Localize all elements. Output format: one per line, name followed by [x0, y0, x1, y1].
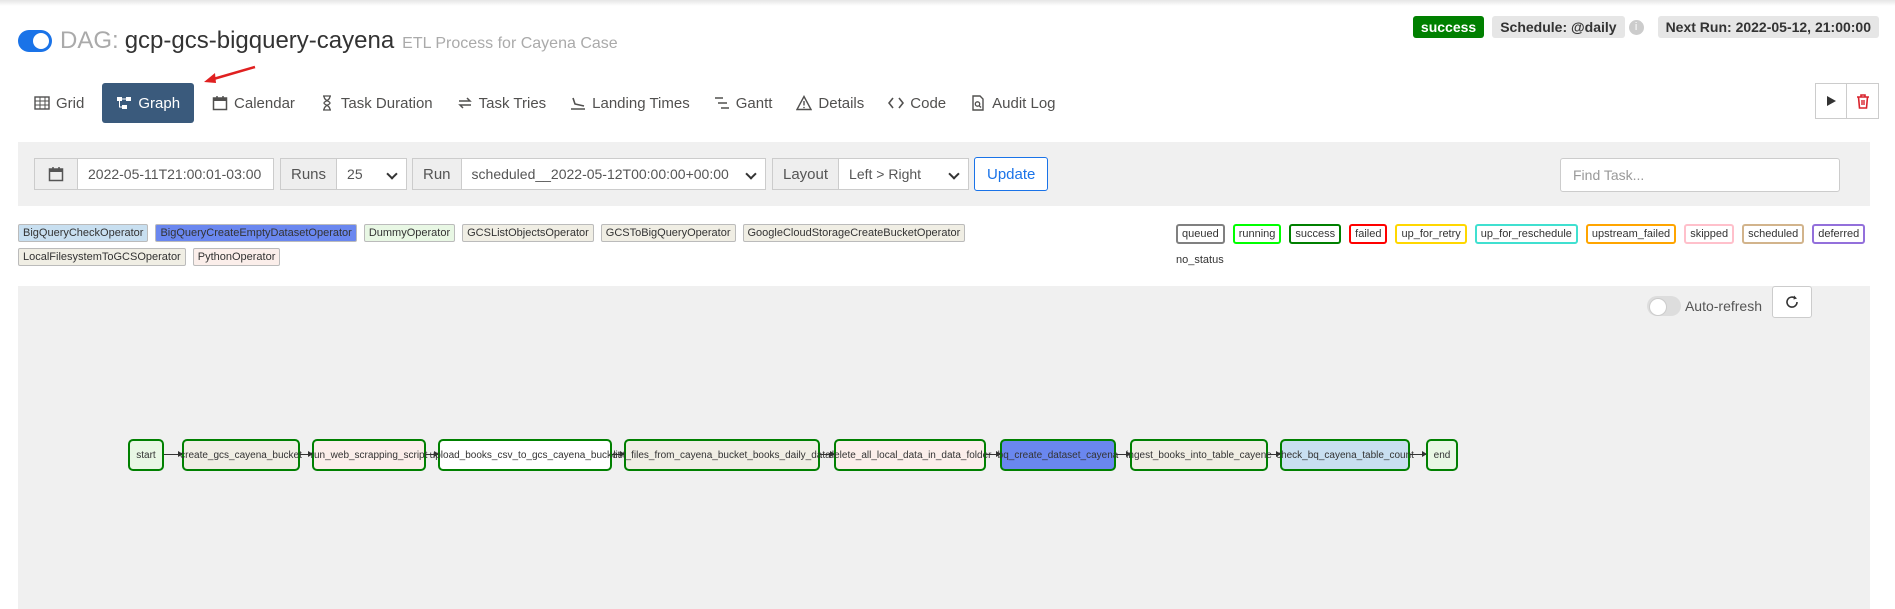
tab-landing-times[interactable]: Landing Times — [558, 83, 702, 123]
task-node[interactable]: upload_books_csv_to_gcs_cayena_bucket — [430, 439, 620, 471]
dag-actions — [1815, 83, 1879, 119]
task-node[interactable]: bq_create_dataset_cayena — [998, 439, 1118, 471]
operator-legend-item[interactable]: GCSListObjectsOperator — [462, 224, 594, 242]
task-node[interactable]: ingest_books_into_table_cayene — [1126, 439, 1272, 471]
gantt-icon — [714, 97, 729, 109]
layout-group: Layout Left > Right — [772, 158, 970, 190]
calendar-icon — [212, 96, 228, 111]
next-run-badge: Next Run: 2022-05-12, 21:00:00 — [1657, 16, 1879, 38]
tab-calendar[interactable]: Calendar — [200, 83, 307, 123]
task-node[interactable]: run_web_scrapping_script — [311, 439, 427, 471]
dag-status-badge: success — [1412, 16, 1485, 38]
state-legend-item[interactable]: failed — [1349, 224, 1388, 244]
hourglass-icon — [322, 95, 331, 111]
repeat-icon — [457, 97, 472, 109]
dag-label: DAG: — [60, 27, 119, 54]
task-node[interactable]: delete_all_local_data_in_data_folder — [829, 439, 991, 471]
trigger-dag-button[interactable] — [1815, 83, 1847, 119]
file-search-icon — [972, 95, 984, 111]
red-annotation-arrow — [204, 65, 256, 83]
runs-label: Runs — [280, 158, 338, 190]
run-select[interactable]: scheduled__2022-05-12T00:00:00+00:00 — [461, 158, 766, 190]
update-button[interactable]: Update — [974, 157, 1049, 191]
state-legend-item[interactable]: deferred — [1812, 224, 1866, 244]
top-shadow — [0, 0, 1895, 6]
update-group: Update — [974, 157, 1049, 191]
operator-legend: BigQueryCheckOperator BigQueryCreateEmpty… — [18, 224, 1128, 266]
task-node[interactable]: create_gcs_cayena_bucket — [180, 439, 302, 471]
warning-triangle-icon — [796, 95, 813, 111]
tab-code[interactable]: Code — [876, 83, 958, 123]
base-date-group: 2022-05-11T21:00:01-03:00 — [34, 158, 274, 190]
plane-landing-icon — [571, 97, 586, 110]
tab-calendar-label: Calendar — [234, 94, 295, 112]
state-legend-item[interactable]: scheduled — [1742, 224, 1805, 244]
operator-legend-item[interactable]: BigQueryCreateEmptyDatasetOperator — [155, 224, 357, 242]
graph-toolbar: 2022-05-11T21:00:01-03:00 Runs 25 Run sc… — [18, 142, 1870, 206]
tab-details[interactable]: Details — [784, 83, 876, 123]
tab-gantt-label: Gantt — [735, 94, 773, 112]
state-legend-item[interactable]: skipped — [1684, 224, 1735, 244]
status-bar: success Schedule: @daily i Next Run: 202… — [1412, 16, 1879, 38]
operator-legend-item[interactable]: DummyOperator — [363, 224, 456, 242]
play-icon — [1827, 96, 1836, 106]
tab-audit-log-label: Audit Log — [992, 94, 1056, 112]
run-group: Run scheduled__2022-05-12T00:00:00+00:00 — [412, 158, 766, 190]
task-node[interactable]: start — [128, 439, 164, 471]
state-legend-no-status[interactable]: no_status — [1176, 252, 1224, 266]
runs-group: Runs 25 — [280, 158, 408, 190]
schedule-badge: Schedule: @daily — [1492, 16, 1625, 38]
operator-legend-item[interactable]: BigQueryCheckOperator — [18, 224, 149, 242]
layout-label: Layout — [772, 158, 840, 190]
tab-task-duration[interactable]: Task Duration — [307, 83, 445, 123]
tab-landing-times-label: Landing Times — [592, 94, 690, 112]
tab-task-duration-label: Task Duration — [340, 94, 433, 112]
dag-id: gcp-gcs-bigquery-cayena — [124, 27, 395, 54]
tab-task-tries-label: Task Tries — [478, 94, 547, 112]
tab-audit-log[interactable]: Audit Log — [958, 83, 1067, 123]
delete-dag-button[interactable] — [1847, 83, 1879, 119]
tab-graph[interactable]: Graph — [102, 83, 195, 123]
state-legend: queued running success failed up_for_retry up… — [1176, 224, 1876, 268]
dag-description: ETL Process for Cayena Case — [402, 35, 618, 52]
graph-edge — [1410, 451, 1427, 457]
state-legend-item[interactable]: upstream_failed — [1585, 224, 1677, 244]
info-icon[interactable]: i — [1628, 19, 1644, 35]
tab-grid-label: Grid — [56, 94, 85, 112]
state-legend-item[interactable]: up_for_reschedule — [1474, 224, 1578, 244]
state-legend-item[interactable]: running — [1232, 224, 1282, 244]
tab-task-tries[interactable]: Task Tries — [445, 83, 559, 123]
operator-legend-item[interactable]: PythonOperator — [192, 248, 281, 266]
operator-legend-item[interactable]: LocalFilesystemToGCSOperator — [18, 248, 186, 266]
state-legend-item[interactable]: queued — [1176, 224, 1225, 244]
task-node[interactable]: list_files_from_cayena_bucket_books_dail… — [613, 439, 831, 471]
tab-grid[interactable]: Grid — [22, 83, 96, 123]
tab-details-label: Details — [818, 94, 865, 112]
dag-header: DAG: gcp-gcs-bigquery-cayena ETL Process… — [18, 24, 618, 58]
task-node[interactable]: end — [1426, 439, 1458, 471]
dag-nav-tabs: Grid Graph Calendar Task Duration Task T… — [22, 83, 1068, 123]
dag-pause-toggle[interactable] — [18, 30, 52, 52]
tab-graph-label: Graph — [138, 94, 181, 112]
state-legend-item[interactable]: up_for_retry — [1395, 224, 1467, 244]
tab-gantt[interactable]: Gantt — [702, 83, 785, 123]
calendar-picker-button[interactable] — [34, 158, 78, 190]
base-date-input[interactable]: 2022-05-11T21:00:01-03:00 — [78, 158, 274, 190]
dag-graph: start create_gcs_cayena_bucket run_web_scr… — [18, 286, 1870, 609]
task-node[interactable]: check_bq_cayena_table_count — [1276, 439, 1414, 471]
trash-icon — [1856, 93, 1869, 109]
grid-icon — [34, 96, 50, 110]
state-legend-item[interactable]: success — [1289, 224, 1342, 244]
operator-legend-item[interactable]: GCSToBigQueryOperator — [600, 224, 736, 242]
calendar-icon — [48, 167, 64, 182]
graph-canvas: Auto-refresh start create_gcs_cayena_buck… — [18, 286, 1870, 609]
code-icon — [888, 97, 905, 109]
run-label: Run — [412, 158, 462, 190]
find-task-input[interactable]: Find Task... — [1560, 158, 1840, 192]
graph-icon — [117, 97, 132, 109]
layout-select[interactable]: Left > Right — [839, 158, 970, 190]
tab-code-label: Code — [910, 94, 947, 112]
operator-legend-item[interactable]: GoogleCloudStorageCreateBucketOperator — [742, 224, 966, 242]
runs-select[interactable]: 25 — [337, 158, 408, 190]
